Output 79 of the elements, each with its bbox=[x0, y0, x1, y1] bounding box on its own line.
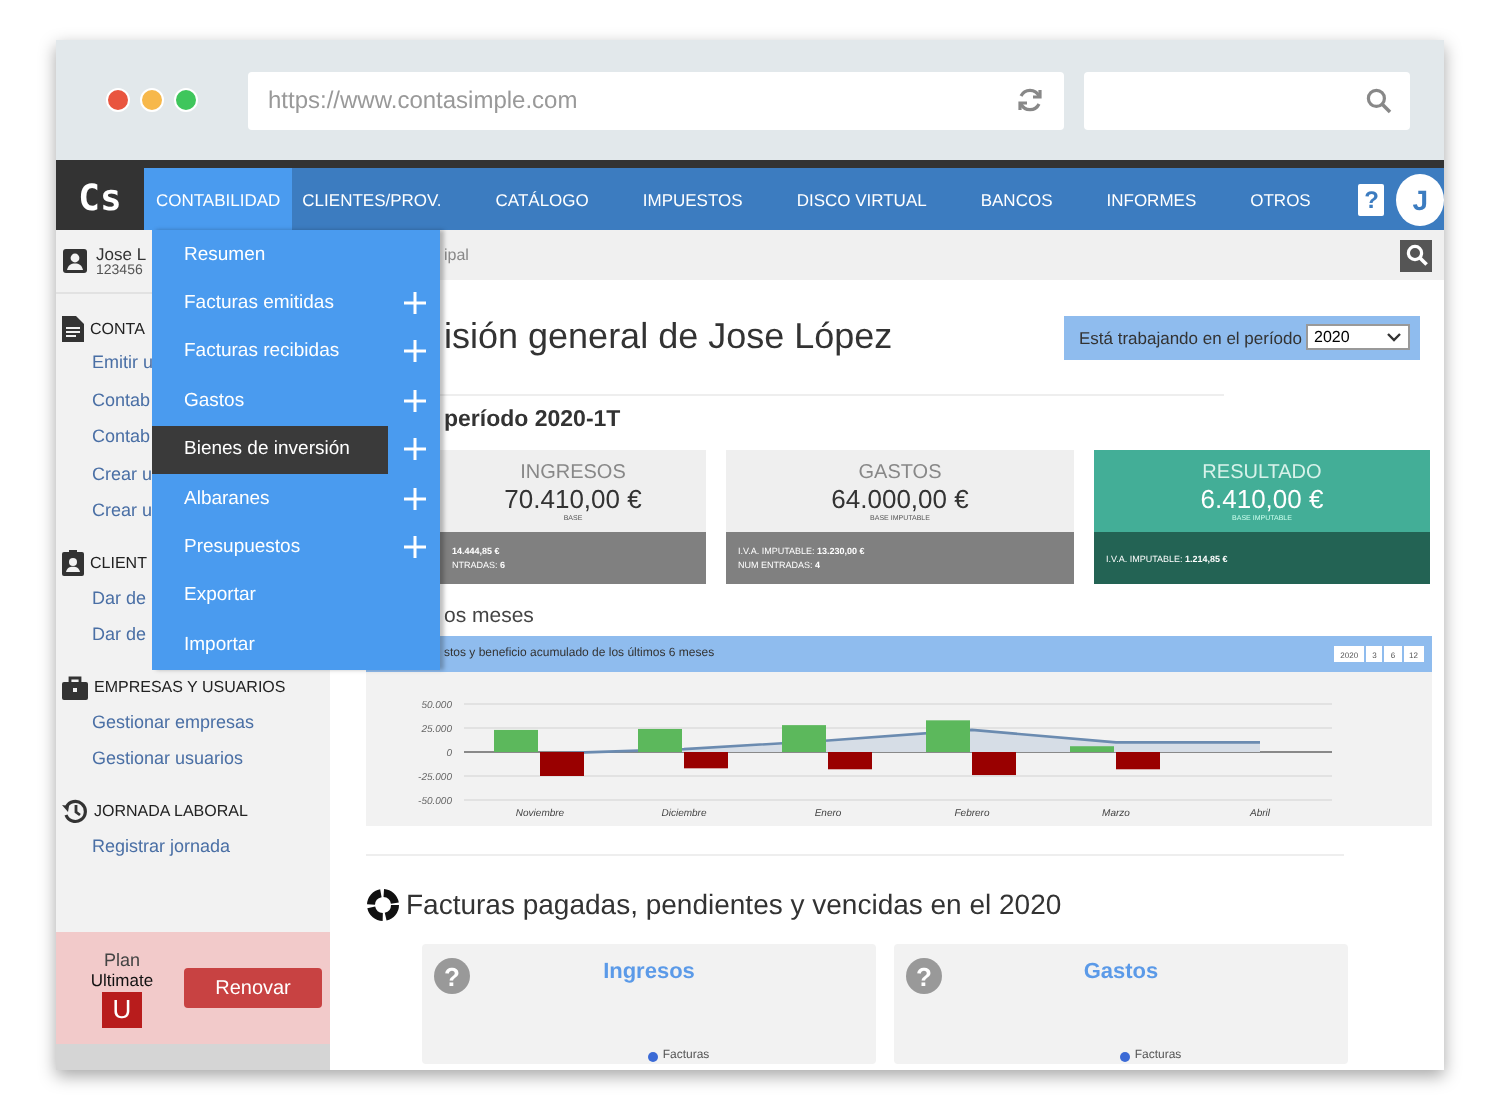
nav-tab[interactable]: OTROS bbox=[1240, 168, 1321, 230]
briefcase-icon bbox=[62, 675, 88, 699]
plus-icon[interactable] bbox=[404, 487, 426, 510]
logo[interactable]: Cs bbox=[56, 168, 144, 230]
chart-bar bbox=[926, 720, 970, 752]
user-name: Jose L bbox=[96, 244, 147, 264]
plus-icon[interactable] bbox=[404, 536, 426, 559]
card-title: Gastos bbox=[1083, 960, 1159, 984]
sidebar-section-title: JORNADA LABORAL bbox=[94, 802, 248, 820]
donut-chart-icon bbox=[366, 887, 400, 921]
period-label: Está trabajando en el período bbox=[1078, 327, 1302, 347]
reload-icon[interactable] bbox=[1016, 86, 1044, 114]
card-value: 6.410,00 € bbox=[1200, 483, 1324, 513]
card-value: 64.000,00 € bbox=[831, 483, 969, 513]
months-heading: os meses bbox=[444, 604, 534, 628]
sidebar-link[interactable]: Registrar jornada bbox=[56, 827, 330, 864]
menu-item[interactable]: Albaranes bbox=[152, 473, 388, 523]
card-title: INGRESOS bbox=[520, 461, 626, 483]
nav-tab[interactable]: IMPUESTOS bbox=[632, 168, 753, 230]
plus-icon[interactable] bbox=[404, 292, 426, 315]
plus-icon[interactable] bbox=[404, 389, 426, 412]
sidebar-section-title: CONTA bbox=[90, 319, 145, 337]
help-button[interactable]: ? bbox=[1358, 183, 1385, 215]
user-avatar[interactable]: J bbox=[1396, 173, 1444, 225]
menu-item[interactable]: Gastos bbox=[152, 376, 388, 426]
address-bar[interactable]: https://www.contasimple.com bbox=[248, 71, 1064, 129]
nav-tab[interactable]: CATÁLOGO bbox=[485, 168, 599, 230]
menu-item[interactable]: Presupuestos bbox=[152, 522, 388, 572]
period-dropdown[interactable]: 2020 bbox=[1306, 324, 1410, 350]
menu-item[interactable]: Facturas emitidas bbox=[152, 278, 388, 328]
search-icon bbox=[1405, 244, 1427, 266]
search-icon bbox=[1366, 87, 1392, 113]
chart-bar bbox=[684, 752, 728, 769]
help-button[interactable]: ? bbox=[906, 958, 942, 994]
section-heading: Facturas pagadas, pendientes y vencidas en el 2020 bbox=[406, 888, 1062, 920]
chart-bar bbox=[494, 729, 538, 752]
period-heading: período 2020-1T bbox=[444, 408, 621, 432]
browser-search-field[interactable] bbox=[1084, 71, 1410, 129]
card-title: GASTOS bbox=[858, 461, 942, 483]
nav-tab[interactable]: CONTABILIDAD bbox=[143, 168, 293, 230]
nav-tab[interactable]: INFORMES bbox=[1096, 168, 1207, 230]
sidebar-link[interactable]: Gestionar usuarios bbox=[56, 740, 330, 777]
card-value: 70.410,00 € bbox=[504, 483, 642, 513]
plan-name: Ultimate bbox=[90, 969, 154, 989]
nav-tab[interactable]: BANCOS bbox=[970, 168, 1063, 230]
minimize-dot-icon[interactable] bbox=[140, 88, 164, 112]
legend-dot-icon bbox=[1120, 1052, 1131, 1062]
maximize-dot-icon[interactable] bbox=[174, 88, 198, 112]
plan-badge: U bbox=[102, 991, 142, 1027]
sidebar-section-title: CLIENT bbox=[90, 554, 147, 572]
card-title: RESULTADO bbox=[1202, 461, 1322, 483]
user-card-icon bbox=[62, 248, 88, 274]
sidebar-link[interactable]: Gestionar empresas bbox=[56, 703, 330, 740]
document-icon bbox=[62, 315, 84, 341]
menu-item[interactable]: Resumen bbox=[152, 230, 388, 279]
close-dot-icon[interactable] bbox=[106, 88, 130, 112]
menu-item[interactable]: Importar bbox=[152, 620, 388, 670]
history-clock-icon bbox=[62, 798, 88, 824]
sidebar-section-title: EMPRESAS Y USUARIOS bbox=[94, 678, 286, 696]
plus-icon[interactable] bbox=[404, 340, 426, 363]
plus-icon[interactable] bbox=[404, 438, 426, 461]
chart-bar bbox=[972, 752, 1016, 776]
nav-tab[interactable]: CLIENTES/PROV. bbox=[292, 168, 452, 230]
menu-item[interactable]: Facturas recibidas bbox=[152, 327, 388, 377]
renew-button[interactable]: Renovar bbox=[184, 968, 322, 1008]
help-button[interactable]: ? bbox=[434, 958, 470, 994]
card-title: Ingresos bbox=[603, 960, 695, 984]
menu-item[interactable]: Exportar bbox=[152, 571, 388, 621]
breadcrumb-link[interactable]: ipal bbox=[444, 246, 469, 264]
chart-bar bbox=[638, 728, 682, 752]
chevron-down-icon bbox=[1386, 332, 1402, 342]
menu-item[interactable]: Bienes de inversión bbox=[152, 425, 388, 474]
nav-tab[interactable]: DISCO VIRTUAL bbox=[786, 168, 937, 230]
chart-bar bbox=[540, 752, 584, 776]
legend-dot-icon bbox=[648, 1052, 659, 1062]
search-button[interactable] bbox=[1400, 239, 1432, 271]
plan-label: Plan bbox=[103, 949, 140, 969]
id-badge-icon bbox=[62, 550, 84, 576]
page-title: isión general de Jose López bbox=[444, 316, 893, 358]
